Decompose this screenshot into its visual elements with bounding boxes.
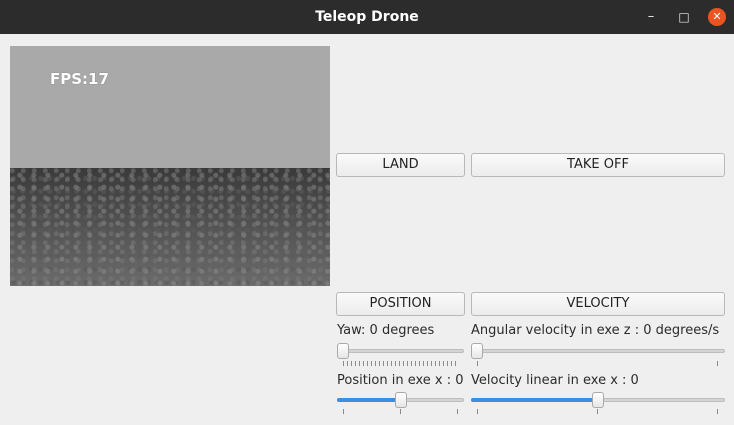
camera-ground bbox=[10, 168, 330, 286]
yaw-slider-handle[interactable] bbox=[337, 343, 349, 359]
take-off-button[interactable]: TAKE OFF bbox=[471, 153, 725, 177]
position-x-tick bbox=[343, 409, 344, 414]
velocity-linear-x-tick bbox=[597, 409, 598, 414]
velocity-linear-x-label: Velocity linear in exe x : 0 bbox=[471, 373, 639, 388]
angular-velocity-tick bbox=[477, 361, 478, 366]
minimize-icon[interactable]: – bbox=[642, 8, 660, 26]
velocity-linear-x-slider-fill bbox=[471, 398, 598, 402]
fps-counter: FPS:17 bbox=[50, 70, 109, 88]
camera-sky bbox=[10, 46, 330, 168]
position-x-slider-fill bbox=[337, 398, 401, 402]
position-x-slider[interactable] bbox=[337, 391, 464, 411]
angular-velocity-tick bbox=[717, 361, 718, 366]
position-x-label: Position in exe x : 0 bbox=[337, 373, 464, 388]
window-title: Teleop Drone bbox=[315, 9, 419, 25]
position-x-slider-handle[interactable] bbox=[395, 392, 407, 408]
velocity-linear-x-slider-handle[interactable] bbox=[592, 392, 604, 408]
position-button[interactable]: POSITION bbox=[336, 292, 465, 316]
maximize-icon[interactable]: □ bbox=[675, 8, 693, 26]
angular-velocity-slider-groove bbox=[471, 349, 725, 353]
velocity-linear-x-slider[interactable] bbox=[471, 391, 725, 411]
window-titlebar: Teleop Drone – □ ✕ bbox=[0, 0, 734, 34]
yaw-slider-groove bbox=[337, 349, 464, 353]
position-x-tick bbox=[400, 409, 401, 414]
position-x-tick bbox=[457, 409, 458, 414]
angular-velocity-slider-handle[interactable] bbox=[471, 343, 483, 359]
velocity-linear-x-tick bbox=[477, 409, 478, 414]
angular-velocity-slider[interactable] bbox=[471, 342, 725, 362]
camera-view: FPS:17 bbox=[10, 46, 330, 286]
yaw-slider[interactable] bbox=[337, 342, 464, 362]
angular-velocity-label: Angular velocity in exe z : 0 degrees/s bbox=[471, 323, 720, 338]
yaw-slider-ticks bbox=[343, 361, 459, 366]
velocity-linear-x-tick bbox=[717, 409, 718, 414]
land-button[interactable]: LAND bbox=[336, 153, 465, 177]
yaw-label: Yaw: 0 degrees bbox=[337, 323, 435, 338]
velocity-button[interactable]: VELOCITY bbox=[471, 292, 725, 316]
close-icon[interactable]: ✕ bbox=[708, 8, 726, 26]
